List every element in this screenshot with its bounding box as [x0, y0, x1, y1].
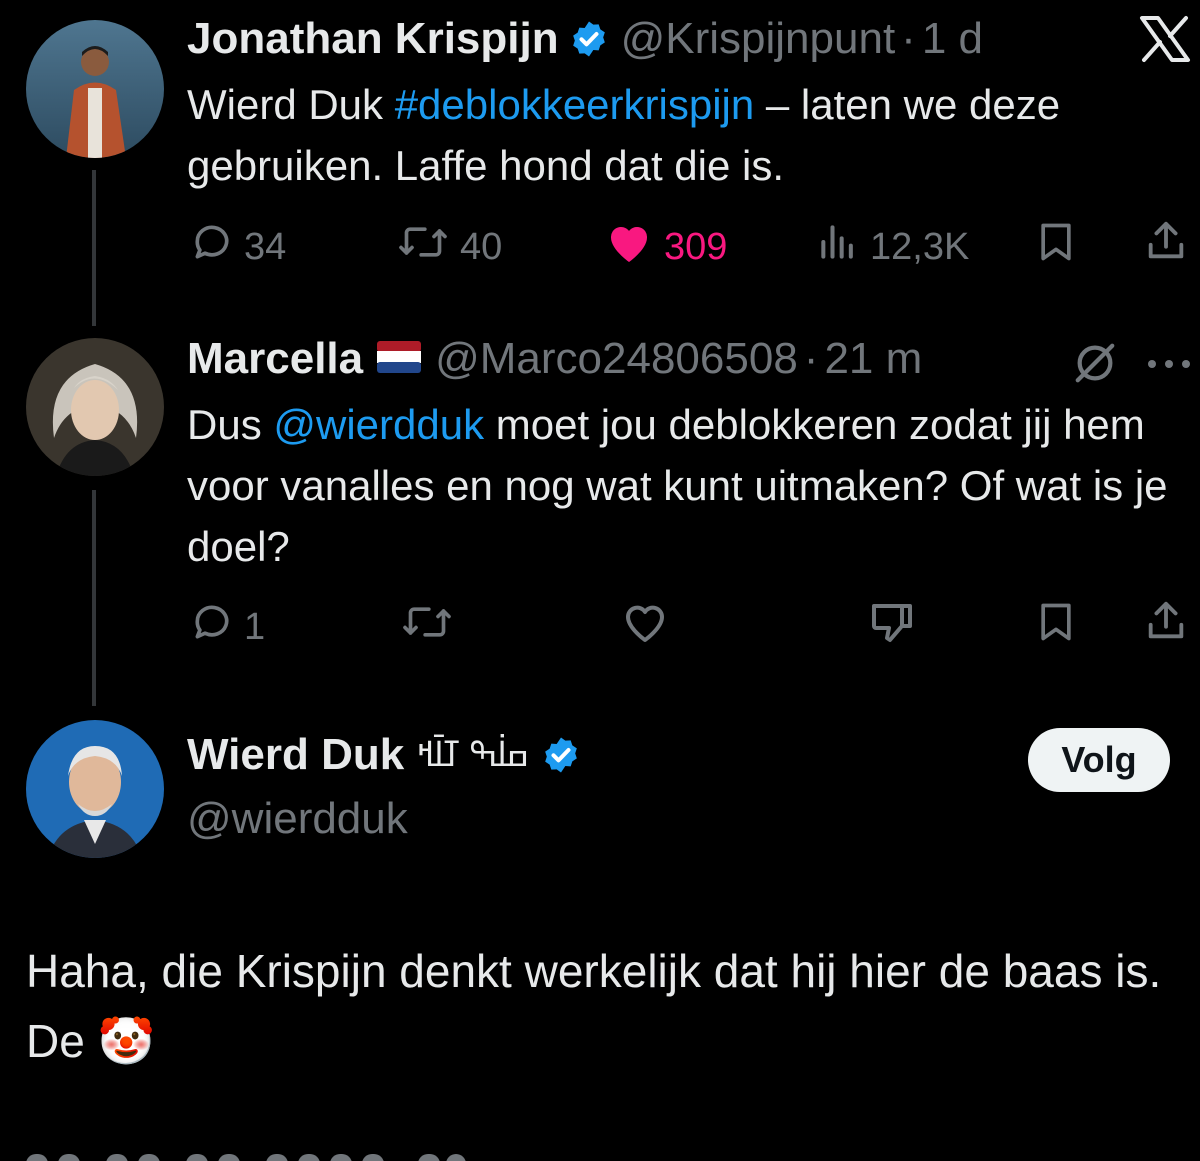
- thread-line: [92, 490, 96, 706]
- heart-filled-icon: [604, 220, 654, 274]
- grok-icon[interactable]: [1072, 340, 1118, 391]
- hashtag-link[interactable]: #deblokkeerkrispijn: [395, 81, 755, 128]
- reply-icon: [190, 220, 234, 274]
- tweet1-header: Jonathan Krispijn @Krispijnpunt · 1 d: [187, 14, 983, 64]
- reply-button[interactable]: 1: [190, 600, 265, 654]
- author-name[interactable]: Marcella: [187, 334, 363, 384]
- reply-icon: [190, 600, 234, 654]
- reply-count: 34: [244, 225, 287, 268]
- flag-netherlands-icon: [377, 340, 422, 378]
- avatar-jonathan-krispijn[interactable]: [26, 20, 164, 158]
- text-segment: Dus: [187, 401, 274, 448]
- retweet-icon: [400, 607, 454, 648]
- retweet-button[interactable]: [400, 600, 454, 649]
- author-handle[interactable]: @Krispijnpunt: [621, 14, 896, 64]
- tweet1-text: Wierd Duk #deblokkeerkrispijn – laten we…: [187, 74, 1177, 196]
- follow-button[interactable]: Volg: [1028, 728, 1170, 792]
- like-button[interactable]: 309: [604, 220, 727, 274]
- avatar-wierd-duk[interactable]: [26, 720, 164, 858]
- bookmark-icon[interactable]: [1034, 600, 1078, 649]
- author-handle[interactable]: @Marco24806508: [435, 334, 798, 384]
- like-button[interactable]: [620, 600, 670, 649]
- author-handle[interactable]: @wierdduk: [187, 794, 408, 844]
- author-name[interactable]: Jonathan Krispijn: [187, 14, 559, 64]
- views-button[interactable]: 12,3K: [816, 220, 969, 274]
- tweet3-text: Haha, die Krispijn denkt werkelijk dat h…: [26, 936, 1176, 1076]
- verified-badge-icon: [541, 735, 581, 775]
- retweet-count: 40: [460, 225, 503, 268]
- author-name[interactable]: Wierd Duk: [187, 730, 404, 780]
- clown-emoji-icon: 🤡: [97, 1015, 155, 1067]
- text-segment: Wierd Duk: [187, 81, 395, 128]
- retweet-icon: [396, 220, 450, 274]
- retweet-button[interactable]: 40: [396, 220, 502, 274]
- bookmark-icon[interactable]: [1034, 220, 1078, 269]
- reply-button[interactable]: 34: [190, 220, 286, 274]
- views-icon: [816, 220, 860, 274]
- tweet2-text: Dus @wierdduk moet jou deblokkeren zodat…: [187, 394, 1177, 577]
- tweet2-header: Marcella @Marco24806508 · 21 m: [187, 334, 922, 384]
- x-logo-icon[interactable]: [1140, 16, 1190, 67]
- more-options-icon[interactable]: [1146, 356, 1192, 374]
- tweet-time[interactable]: 1 d: [922, 14, 983, 64]
- avatar-marcella[interactable]: [26, 338, 164, 476]
- tweet-time[interactable]: 21 m: [824, 334, 922, 384]
- tweet3-header: Wierd Duk ߛߊ߭ߒ ߠߊ߫ߞ: [187, 730, 581, 780]
- heart-outline-icon: [620, 605, 670, 648]
- like-count: 309: [664, 225, 728, 268]
- separator-dot: ·: [901, 14, 916, 63]
- thread-line: [92, 170, 96, 326]
- text-segment: Haha, die Krispijn denkt werkelijk dat h…: [26, 945, 1162, 1067]
- mention-link[interactable]: @wierdduk: [273, 401, 484, 448]
- views-count: 12,3K: [870, 225, 970, 268]
- separator-dot: ·: [803, 334, 819, 383]
- downvote-icon[interactable]: [868, 600, 916, 649]
- reply-count: 1: [244, 605, 266, 648]
- share-icon[interactable]: [1142, 218, 1190, 269]
- name-script-suffix: ߛߊ߭ߒ ߠߊ߫ߞ: [416, 736, 530, 774]
- timestamp-partial: [26, 1150, 466, 1161]
- share-icon[interactable]: [1142, 598, 1190, 649]
- verified-badge-icon: [569, 19, 609, 59]
